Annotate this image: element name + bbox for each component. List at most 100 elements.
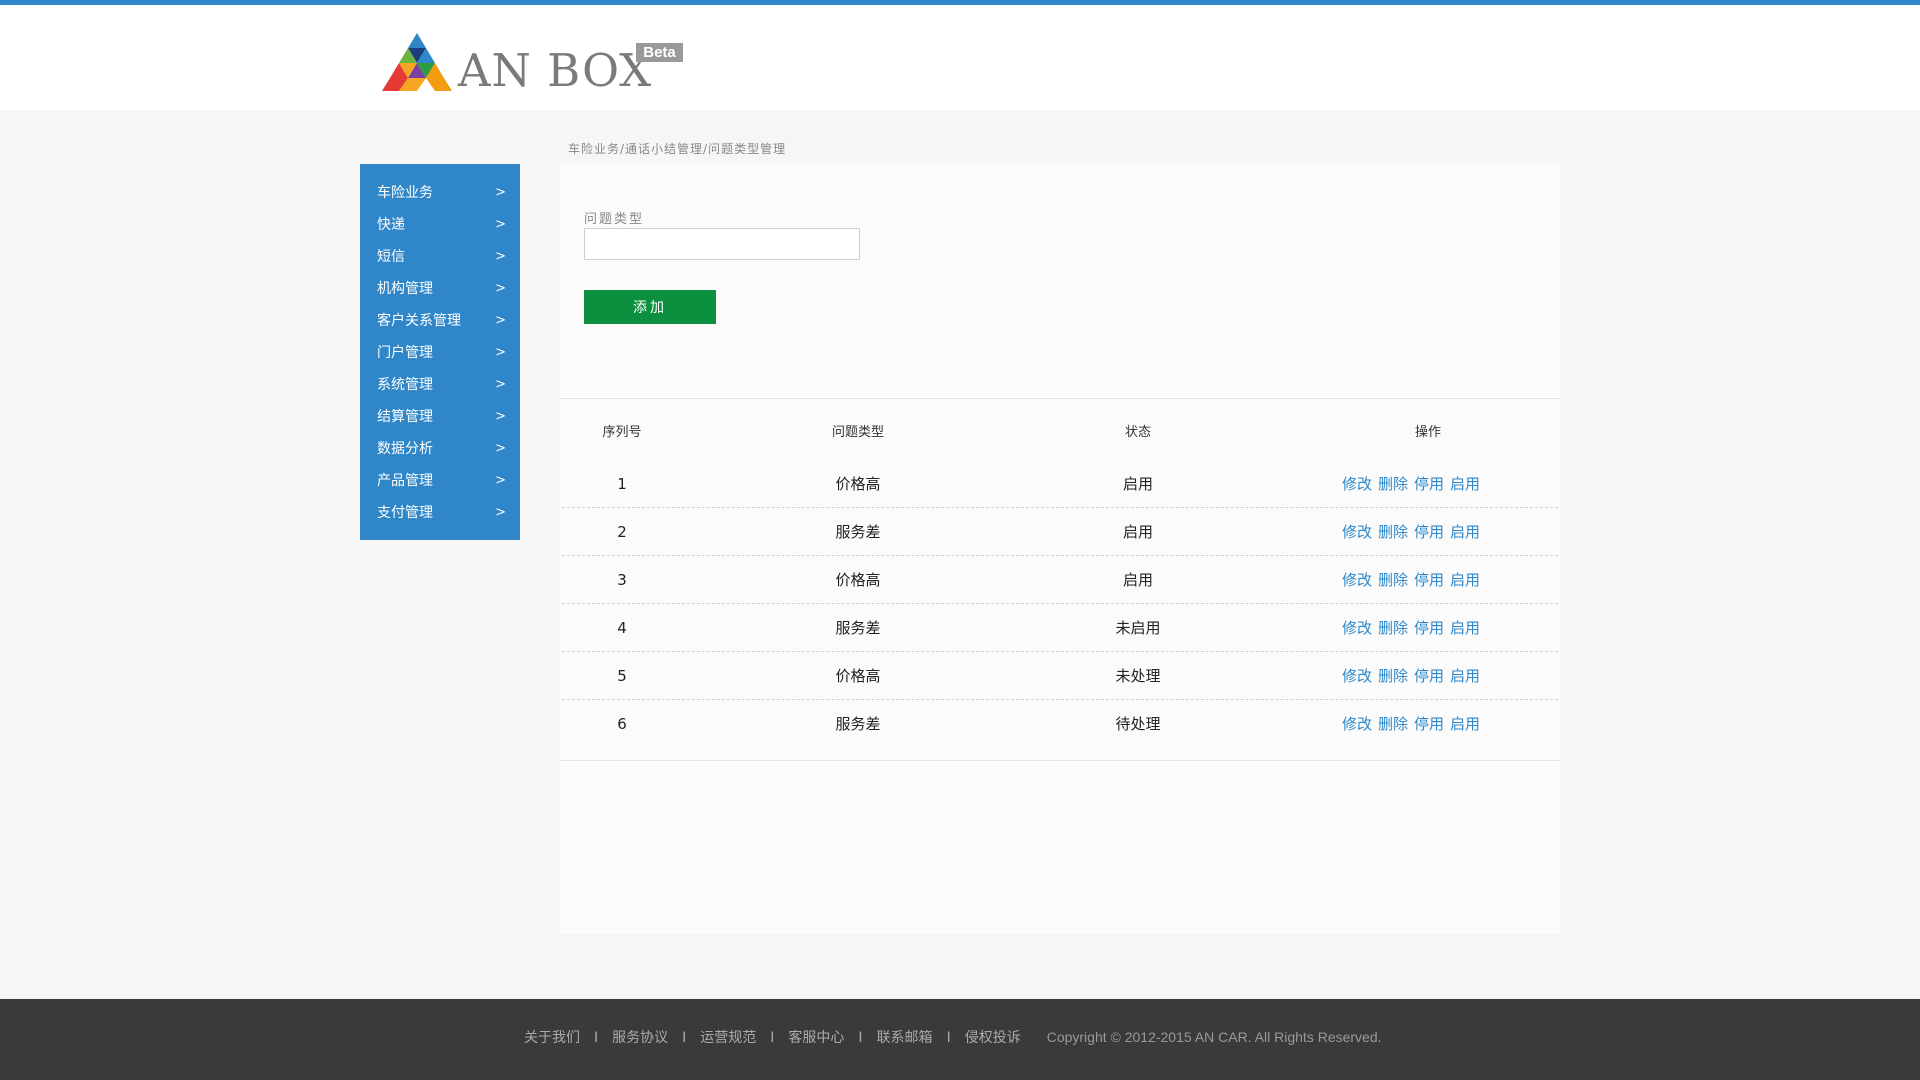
sidebar-item-portal-management[interactable]: 门户管理 > — [360, 337, 520, 369]
footer-link-about[interactable]: 关于我们 — [524, 1030, 580, 1046]
enable-link[interactable]: 启用 — [1450, 523, 1480, 541]
chevron-right-icon: > — [495, 313, 506, 328]
sidebar-item-system-management[interactable]: 系统管理 > — [360, 369, 520, 401]
table-row: 6 服务差 待处理 修改 删除 停用 启用 — [562, 700, 1558, 748]
disable-link[interactable]: 停用 — [1414, 475, 1444, 493]
footer-separator: I — [770, 1030, 775, 1046]
breadcrumb: 车险业务/通话小结管理/问题类型管理 — [568, 142, 787, 156]
footer-separator: I — [946, 1030, 951, 1046]
column-header-seq: 序列号 — [602, 425, 642, 440]
sidebar-item-settlement-management[interactable]: 结算管理 > — [360, 401, 520, 433]
enable-link[interactable]: 启用 — [1450, 715, 1480, 733]
chevron-right-icon: > — [495, 249, 506, 264]
delete-link[interactable]: 删除 — [1378, 619, 1408, 637]
footer-link-infringement[interactable]: 侵权投诉 — [965, 1030, 1021, 1046]
edit-link[interactable]: 修改 — [1342, 619, 1372, 637]
delete-link[interactable]: 删除 — [1378, 475, 1408, 493]
cell-status: 未处理 — [1115, 667, 1161, 685]
add-button[interactable]: 添加 — [584, 290, 716, 324]
issue-type-label: 问题类型 — [584, 212, 645, 227]
sidebar-item-label: 支付管理 — [377, 505, 433, 521]
cell-status: 启用 — [1122, 523, 1153, 541]
chevron-right-icon: > — [495, 185, 506, 200]
enable-link[interactable]: 启用 — [1450, 571, 1480, 589]
sidebar-item-crm[interactable]: 客户关系管理 > — [360, 305, 520, 337]
delete-link[interactable]: 删除 — [1378, 715, 1408, 733]
cell-ops: 修改 删除 停用 启用 — [1342, 604, 1562, 652]
logo[interactable]: AN BOX Beta — [382, 29, 702, 99]
sidebar-item-label: 快递 — [377, 217, 405, 233]
cell-seq: 6 — [617, 715, 627, 733]
cell-ops: 修改 删除 停用 启用 — [1342, 700, 1562, 748]
cell-type: 服务差 — [835, 523, 881, 541]
disable-link[interactable]: 停用 — [1414, 523, 1444, 541]
delete-link[interactable]: 删除 — [1378, 667, 1408, 685]
sidebar-item-label: 门户管理 — [377, 345, 433, 361]
issue-type-input[interactable] — [584, 228, 860, 260]
footer-link-service-agreement[interactable]: 服务协议 — [612, 1030, 668, 1046]
sidebar-item-label: 客户关系管理 — [377, 313, 461, 329]
sidebar-item-product-management[interactable]: 产品管理 > — [360, 465, 520, 497]
disable-link[interactable]: 停用 — [1414, 715, 1444, 733]
sidebar-item-express[interactable]: 快递 > — [360, 209, 520, 241]
chevron-right-icon: > — [495, 409, 506, 424]
cell-status: 未启用 — [1115, 619, 1161, 637]
cell-ops: 修改 删除 停用 启用 — [1342, 460, 1562, 508]
enable-link[interactable]: 启用 — [1450, 475, 1480, 493]
disable-link[interactable]: 停用 — [1414, 667, 1444, 685]
logo-triangles-icon — [382, 33, 452, 91]
header: AN BOX Beta — [0, 5, 1920, 110]
footer-link-customer-service[interactable]: 客服中心 — [788, 1030, 844, 1046]
cell-ops: 修改 删除 停用 启用 — [1342, 508, 1562, 556]
footer-separator: I — [682, 1030, 687, 1046]
sidebar-item-label: 数据分析 — [377, 441, 433, 457]
table-body: 1 价格高 启用 修改 删除 停用 启用 2 服务差 启用 修改 删除 停用 启用 3 价格… — [562, 460, 1558, 748]
sidebar-item-car-insurance[interactable]: 车险业务 > — [360, 177, 520, 209]
table-row: 1 价格高 启用 修改 删除 停用 启用 — [562, 460, 1558, 508]
edit-link[interactable]: 修改 — [1342, 715, 1372, 733]
sidebar-item-label: 结算管理 — [377, 409, 433, 425]
footer-link-operating-rules[interactable]: 运营规范 — [700, 1030, 756, 1046]
footer-link-contact-email[interactable]: 联系邮箱 — [877, 1030, 933, 1046]
cell-ops: 修改 删除 停用 启用 — [1342, 652, 1562, 700]
cell-type: 服务差 — [835, 619, 881, 637]
edit-link[interactable]: 修改 — [1342, 475, 1372, 493]
cell-type: 价格高 — [835, 667, 881, 685]
disable-link[interactable]: 停用 — [1414, 619, 1444, 637]
edit-link[interactable]: 修改 — [1342, 667, 1372, 685]
chevron-right-icon: > — [495, 345, 506, 360]
delete-link[interactable]: 删除 — [1378, 523, 1408, 541]
column-header-type: 问题类型 — [831, 425, 884, 440]
delete-link[interactable]: 删除 — [1378, 571, 1408, 589]
copyright-text: Copyright © 2012-2015 AN CAR. All Rights… — [1046, 1029, 1382, 1045]
sidebar-item-label: 车险业务 — [377, 185, 433, 201]
edit-link[interactable]: 修改 — [1342, 571, 1372, 589]
sidebar-item-data-analysis[interactable]: 数据分析 > — [360, 433, 520, 465]
cell-type: 价格高 — [835, 475, 881, 493]
cell-status: 启用 — [1122, 571, 1153, 589]
chevron-right-icon: > — [495, 473, 506, 488]
chevron-right-icon: > — [495, 217, 506, 232]
sidebar-item-label: 机构管理 — [377, 281, 433, 297]
cell-ops: 修改 删除 停用 启用 — [1342, 556, 1562, 604]
footer-separator: I — [594, 1030, 599, 1046]
cell-type: 服务差 — [835, 715, 881, 733]
column-header-ops: 操作 — [1414, 425, 1441, 440]
disable-link[interactable]: 停用 — [1414, 571, 1444, 589]
main-panel: 问题类型 添加 序列号 问题类型 状态 操作 1 价格高 启用 修改 删除 停用 启用… — [560, 164, 1560, 934]
sidebar-item-org-management[interactable]: 机构管理 > — [360, 273, 520, 305]
enable-link[interactable]: 启用 — [1450, 667, 1480, 685]
sidebar-item-sms[interactable]: 短信 > — [360, 241, 520, 273]
divider — [560, 760, 1560, 761]
divider — [560, 398, 1560, 399]
cell-seq: 5 — [617, 667, 627, 685]
enable-link[interactable]: 启用 — [1450, 619, 1480, 637]
chevron-right-icon: > — [495, 281, 506, 296]
cell-type: 价格高 — [835, 571, 881, 589]
table-row: 3 价格高 启用 修改 删除 停用 启用 — [562, 556, 1558, 604]
sidebar: 车险业务 > 快递 > 短信 > 机构管理 > 客户关系管理 > 门户管理 > 系统管理 > … — [360, 164, 520, 540]
sidebar-item-payment-management[interactable]: 支付管理 > — [360, 497, 520, 529]
column-header-status: 状态 — [1124, 425, 1151, 440]
cell-seq: 2 — [617, 523, 627, 541]
edit-link[interactable]: 修改 — [1342, 523, 1372, 541]
